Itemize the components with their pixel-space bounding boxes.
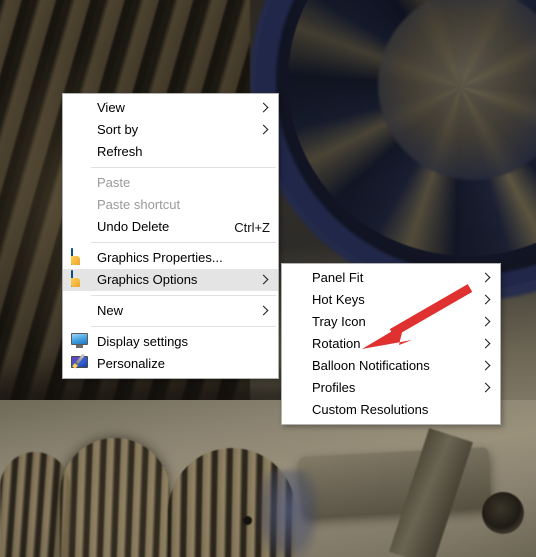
submenu-item-label: Rotation [312, 336, 361, 351]
menu-separator [91, 242, 276, 243]
menu-separator [91, 295, 276, 296]
submenu-item-balloon-notifications[interactable]: Balloon Notifications [282, 355, 500, 377]
chevron-right-icon [258, 274, 270, 286]
menu-item-refresh[interactable]: Refresh [63, 141, 278, 163]
submenu-item-custom-resolutions[interactable]: Custom Resolutions [282, 399, 500, 421]
chevron-right-icon [480, 338, 492, 350]
menu-item-label: Graphics Options [97, 272, 198, 287]
submenu-item-label: Panel Fit [312, 270, 364, 285]
screenshot-root: View Sort by Refresh Paste Paste shortcu… [0, 0, 536, 557]
monitor-icon [71, 333, 89, 351]
menu-item-label: Undo Delete [97, 219, 170, 234]
menu-item-paste-shortcut: Paste shortcut [63, 194, 278, 216]
submenu-item-tray-icon[interactable]: Tray Icon [282, 311, 500, 333]
personalize-icon [71, 353, 89, 373]
submenu-item-hot-keys[interactable]: Hot Keys [282, 289, 500, 311]
submenu-item-label: Tray Icon [312, 314, 366, 329]
menu-item-label: Refresh [97, 144, 143, 159]
intel-graphics-icon [71, 248, 89, 267]
menu-item-label: View [97, 100, 125, 115]
menu-item-paste: Paste [63, 172, 278, 194]
submenu-item-rotation[interactable]: Rotation [282, 333, 500, 355]
submenu-item-panel-fit[interactable]: Panel Fit [282, 267, 500, 289]
chevron-right-icon [258, 305, 270, 317]
menu-item-graphics-options[interactable]: Graphics Options [63, 269, 278, 291]
menu-item-label: Graphics Properties... [97, 250, 223, 265]
submenu-item-label: Balloon Notifications [312, 358, 430, 373]
chevron-right-icon [480, 316, 492, 328]
chevron-right-icon [258, 124, 270, 136]
menu-item-label: Display settings [97, 334, 189, 349]
menu-item-new[interactable]: New [63, 300, 278, 322]
submenu-item-profiles[interactable]: Profiles [282, 377, 500, 399]
menu-item-personalize[interactable]: Personalize [63, 353, 278, 375]
submenu-item-label: Custom Resolutions [312, 402, 429, 417]
submenu-item-label: Hot Keys [312, 292, 365, 307]
menu-item-label: Sort by [97, 122, 139, 137]
graphics-options-submenu[interactable]: Panel Fit Hot Keys Tray Icon Rotation Ba… [281, 263, 501, 425]
menu-item-label: Personalize [97, 356, 165, 371]
chevron-right-icon [480, 272, 492, 284]
chevron-right-icon [480, 382, 492, 394]
submenu-item-label: Profiles [312, 380, 356, 395]
menu-item-undo-delete[interactable]: Undo Delete Ctrl+Z [63, 216, 278, 238]
chevron-right-icon [258, 102, 270, 114]
intel-graphics-icon [71, 270, 89, 289]
menu-item-label: Paste [97, 175, 131, 190]
chevron-right-icon [480, 360, 492, 372]
menu-separator [91, 326, 276, 327]
menu-item-accelerator: Ctrl+Z [234, 219, 270, 235]
menu-separator [91, 167, 276, 168]
menu-item-label: New [97, 303, 124, 318]
menu-item-view[interactable]: View [63, 97, 278, 119]
menu-item-display-settings[interactable]: Display settings [63, 331, 278, 353]
chevron-right-icon [480, 294, 492, 306]
menu-item-graphics-properties[interactable]: Graphics Properties... [63, 247, 278, 269]
menu-item-sort-by[interactable]: Sort by [63, 119, 278, 141]
desktop-context-menu[interactable]: View Sort by Refresh Paste Paste shortcu… [62, 93, 279, 379]
menu-item-label: Paste shortcut [97, 197, 181, 212]
